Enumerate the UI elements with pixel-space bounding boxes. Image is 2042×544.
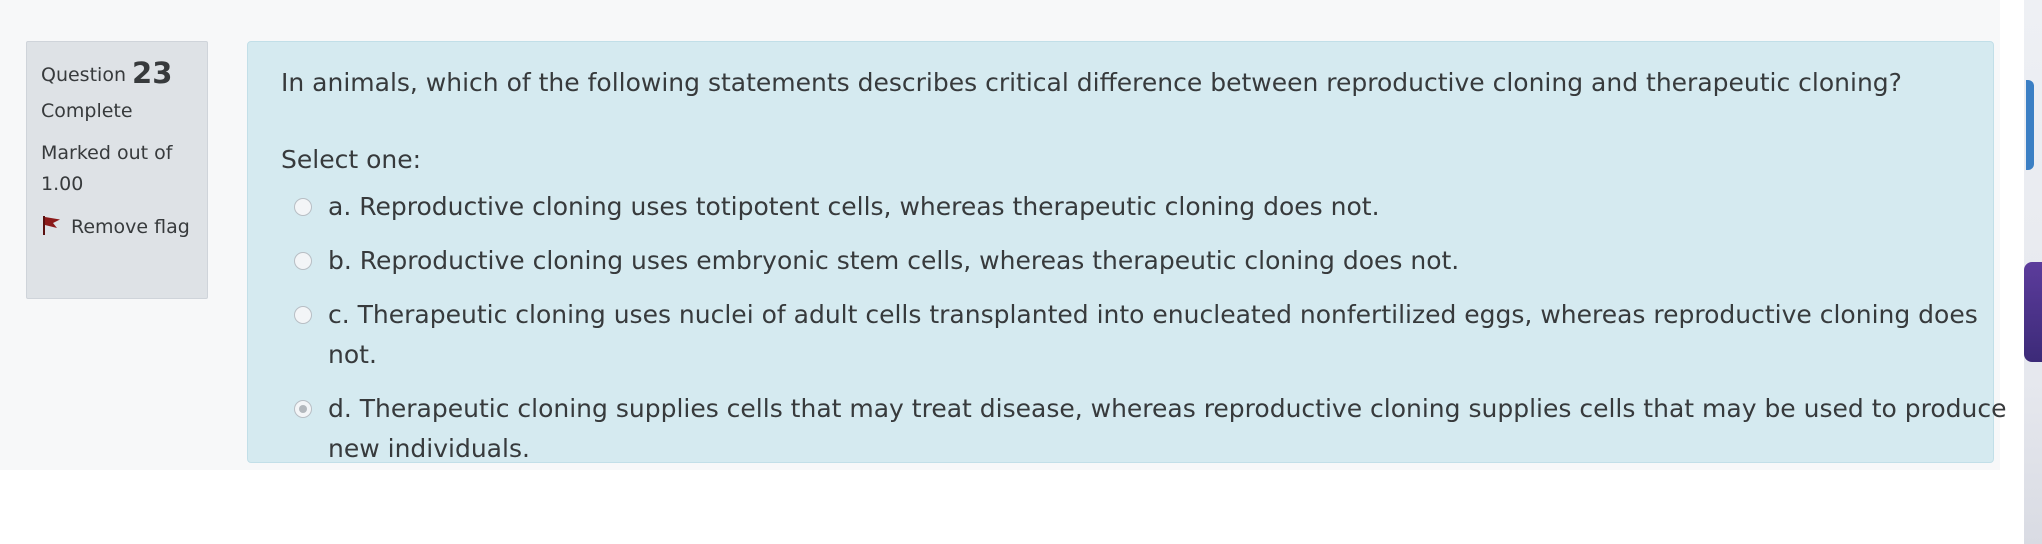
answer-label-b: b. Reproductive cloning uses embryonic s… [328,246,1460,275]
answer-label-d: d. Therapeutic cloning supplies cells th… [328,394,2007,463]
answer-option-c[interactable]: c. Therapeutic cloning uses nuclei of ad… [294,295,1984,375]
remove-flag-label: Remove flag [71,216,190,238]
question-label: Question [41,64,126,86]
flag-icon [43,216,60,235]
answer-label-c: c. Therapeutic cloning uses nuclei of ad… [328,300,1978,369]
answer-options: a. Reproductive cloning uses totipotent … [294,187,2006,483]
answer-option-b[interactable]: b. Reproductive cloning uses embryonic s… [294,241,1984,281]
question-info-panel: Question 23 Complete Marked out of 1.00 … [26,41,208,299]
side-panel-accent [2026,80,2034,170]
answer-option-d[interactable]: d. Therapeutic cloning supplies cells th… [294,389,2018,469]
radio-button-a[interactable] [294,198,312,216]
answer-option-a[interactable]: a. Reproductive cloning uses totipotent … [294,187,1984,227]
radio-button-b[interactable] [294,252,312,270]
question-number-value: 23 [132,56,173,90]
radio-button-d[interactable] [294,400,312,418]
remove-flag-button[interactable]: Remove flag [41,212,193,243]
question-formulation: In animals, which of the following state… [247,41,2006,463]
question-grade: Marked out of 1.00 [41,142,173,195]
question-state: Complete [41,100,133,122]
side-panel-accent-bottom [2024,262,2042,362]
radio-button-c[interactable] [294,306,312,324]
side-panel-strip [2024,0,2042,544]
answer-label-a: a. Reproductive cloning uses totipotent … [328,192,1380,221]
select-one-prompt: Select one: [281,145,422,174]
question-text: In animals, which of the following state… [281,68,1902,97]
question-number: Question 23 [41,56,193,92]
